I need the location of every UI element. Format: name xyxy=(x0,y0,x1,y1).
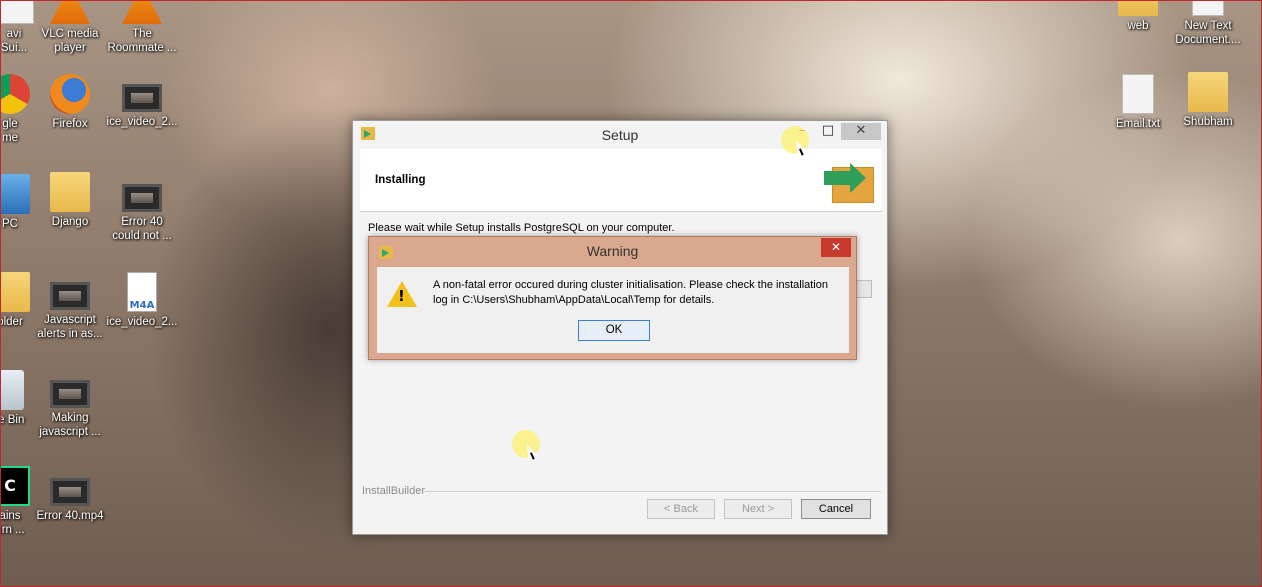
recycle-bin-icon xyxy=(0,370,24,410)
ok-button[interactable]: OK xyxy=(578,320,650,341)
desktop-icon-making-javascript[interactable]: Making javascript ... xyxy=(34,380,106,439)
desktop-icon-ice-video-m4a[interactable]: M4A ice_video_2... xyxy=(106,272,178,329)
desktop-icon-shubham[interactable]: Shubham xyxy=(1172,72,1244,129)
warning-close-button[interactable]: ✕ xyxy=(821,238,851,257)
warning-message: A non-fatal error occured during cluster… xyxy=(433,279,828,306)
folder-icon xyxy=(0,272,30,312)
warning-body: A non-fatal error occured during cluster… xyxy=(377,267,849,353)
footer-brand: InstallBuilder xyxy=(362,485,425,497)
video-file-icon xyxy=(122,84,162,112)
this-pc-icon xyxy=(0,174,30,214)
next-button[interactable]: Next > xyxy=(724,499,792,519)
text-file-icon xyxy=(1122,74,1154,114)
warning-triangle-icon xyxy=(387,281,417,307)
cancel-button[interactable]: Cancel xyxy=(801,499,871,519)
video-file-icon xyxy=(122,184,162,212)
status-text: Please wait while Setup installs Postgre… xyxy=(368,222,675,234)
warning-dialog: Warning ✕ A non-fatal error occured duri… xyxy=(368,236,857,360)
vlc-icon xyxy=(122,0,162,24)
maximize-button[interactable]: □ xyxy=(817,123,839,140)
app-icon xyxy=(0,0,34,24)
video-file-icon xyxy=(50,478,90,506)
folder-icon xyxy=(50,172,90,212)
folder-icon xyxy=(1188,72,1228,112)
desktop-icon-error-40-mp4[interactable]: Error 40.mp4 xyxy=(34,478,106,523)
firefox-icon xyxy=(50,74,90,114)
video-file-icon xyxy=(50,282,90,310)
desktop-icon-new-text-document[interactable]: New Text Document.... xyxy=(1172,0,1244,47)
footer-divider xyxy=(424,491,881,492)
desktop-icon-email-txt[interactable]: Email.txt xyxy=(1102,74,1174,131)
close-button[interactable]: ✕ xyxy=(841,123,881,140)
desktop-icon-the-roommate[interactable]: The Roommate ... xyxy=(106,0,178,55)
setup-header: Installing xyxy=(360,149,882,212)
page-title: Installing xyxy=(375,174,426,186)
text-file-icon xyxy=(1192,0,1224,16)
desktop-icon-error-40-could-not[interactable]: Error 40 could not ... xyxy=(106,184,178,243)
video-file-icon xyxy=(50,380,90,408)
back-button[interactable]: < Back xyxy=(647,499,715,519)
vlc-icon xyxy=(50,0,90,24)
m4a-file-icon: M4A xyxy=(127,272,157,312)
warning-titlebar[interactable]: Warning ✕ xyxy=(369,237,856,267)
warning-title: Warning xyxy=(586,243,639,259)
desktop-icon-django[interactable]: Django xyxy=(34,172,106,229)
jetbrains-icon: C xyxy=(0,466,30,506)
desktop-icon-web[interactable]: web xyxy=(1102,0,1174,33)
desktop-icon-javascript-alerts[interactable]: Javascript alerts in as... xyxy=(34,282,106,341)
desktop-icon-vlc-media-player[interactable]: VLC media player xyxy=(34,0,106,55)
chrome-icon xyxy=(0,74,30,114)
desktop-icon-firefox[interactable]: Firefox xyxy=(34,74,106,131)
install-box-icon xyxy=(824,155,876,205)
desktop-icon-ice-video-1[interactable]: ice_video_2... xyxy=(106,84,178,129)
folder-icon xyxy=(1118,0,1158,16)
